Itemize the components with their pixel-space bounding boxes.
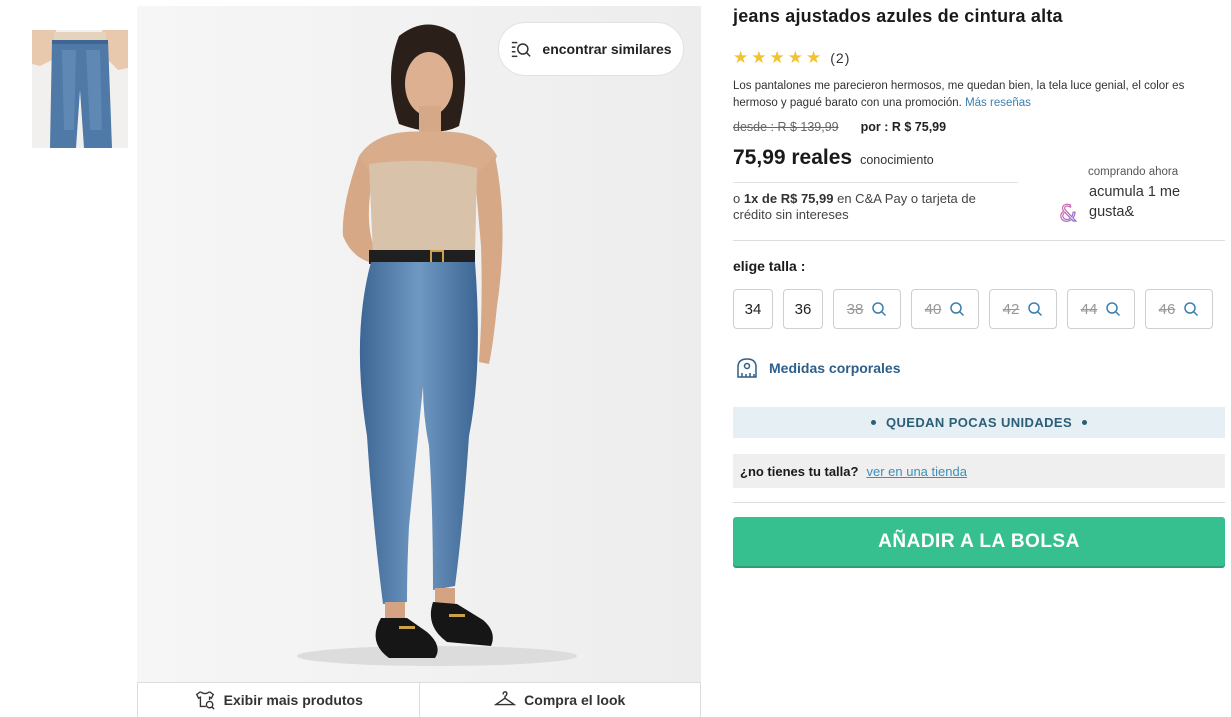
star-icon: ★ <box>733 48 749 67</box>
size-option-42[interactable]: 42 <box>989 289 1057 329</box>
main-price: 75,99 reales conocimiento <box>733 146 934 170</box>
body-measures-label: Medidas corporales <box>769 360 901 376</box>
low-stock-text: QUEDAN POCAS UNIDADES <box>885 415 1073 430</box>
size-selector-label: elige talla : <box>733 258 806 274</box>
product-thumbnail[interactable] <box>32 30 128 148</box>
search-icon <box>1184 302 1199 317</box>
more-products-label: Exibir mais produtos <box>223 692 363 708</box>
price-divider <box>733 182 1018 183</box>
model-photo <box>137 6 701 682</box>
new-price: por : R $ 75,99 <box>860 120 947 134</box>
size-option-34[interactable]: 34 <box>733 289 773 329</box>
loyalty-promo: comprando ahora & acumula 1 me gusta& <box>1055 166 1225 226</box>
size-option-44[interactable]: 44 <box>1067 289 1135 329</box>
old-price: desde : R $ 139,99 <box>733 120 839 134</box>
measuring-tape-icon <box>737 358 757 378</box>
size-value: 36 <box>794 300 812 318</box>
bullet-dot <box>870 420 876 425</box>
size-value: 34 <box>744 300 762 318</box>
store-availability: ¿no tienes tu talla? ver en una tienda <box>733 454 1225 488</box>
size-value: 44 <box>1080 300 1098 318</box>
size-value: 40 <box>924 300 942 318</box>
rating-count: (2) <box>830 49 851 66</box>
product-title: jeans ajustados azules de cintura alta <box>733 6 1063 26</box>
search-icon <box>872 302 887 317</box>
find-similar-button[interactable]: encontrar similares <box>498 22 684 76</box>
svg-text:&: & <box>1059 202 1076 226</box>
star-icon: ★ <box>769 48 785 67</box>
store-question: ¿no tienes tu talla? <box>740 463 859 479</box>
size-option-38[interactable]: 38 <box>833 289 901 329</box>
size-value: 42 <box>1002 300 1020 318</box>
search-icon <box>1106 302 1121 317</box>
low-stock-banner: QUEDAN POCAS UNIDADES <box>733 407 1225 438</box>
bullet-dot <box>1082 420 1088 425</box>
star-icon: ★ <box>787 48 803 67</box>
product-main-image[interactable]: encontrar similares <box>137 6 701 682</box>
promo-caption: comprando ahora <box>1088 166 1179 178</box>
body-measures-link[interactable]: Medidas corporales <box>735 355 901 381</box>
big-price: 75,99 reales <box>733 146 853 169</box>
more-products-button[interactable]: Exibir mais produtos <box>137 683 420 717</box>
size-option-40[interactable]: 40 <box>911 289 979 329</box>
add-to-bag-button[interactable]: AÑADIR A LA BOLSA <box>733 517 1225 566</box>
price-note: conocimiento <box>860 153 934 167</box>
see-in-store-link[interactable]: ver en una tienda <box>866 464 966 479</box>
gallery-bottom-bar: Exibir mais produtos Compra el look <box>137 682 701 717</box>
size-option-46[interactable]: 46 <box>1145 289 1213 329</box>
search-icon <box>1028 302 1043 317</box>
review-text: Los pantalones me parecieron hermosos, m… <box>733 80 1185 109</box>
shop-look-label: Compra el look <box>524 692 626 708</box>
review-snippet: Los pantalones me parecieron hermosos, m… <box>733 78 1223 111</box>
price-comparison: desde : R $ 139,99 por : R $ 75,99 <box>733 120 946 134</box>
size-option-36[interactable]: 36 <box>783 289 823 329</box>
section-divider <box>733 502 1225 503</box>
promo-text: acumula 1 me gusta& <box>1089 184 1181 220</box>
search-icon <box>950 302 965 317</box>
hanger-icon <box>494 691 517 706</box>
ampersand-icon: & <box>1059 201 1077 226</box>
installment-prefix: o <box>733 191 741 206</box>
size-value: 46 <box>1158 300 1176 318</box>
product-rating[interactable]: ★ ★ ★ ★ ★ (2) <box>733 49 850 66</box>
size-selector: 34 36 38 40 42 44 46 <box>733 289 1213 329</box>
star-icon: ★ <box>751 48 767 67</box>
shop-look-button[interactable]: Compra el look <box>419 683 701 717</box>
more-reviews-link[interactable]: Más reseñas <box>965 97 1031 109</box>
star-icon: ★ <box>806 48 822 67</box>
section-divider <box>733 240 1225 241</box>
visual-search-icon <box>512 41 532 58</box>
size-value: 38 <box>846 300 864 318</box>
thumbnail-image <box>32 30 128 148</box>
installment-amount: 1x de R$ 75,99 <box>743 191 834 206</box>
find-similar-label: encontrar similares <box>542 41 672 57</box>
installment-info: o 1x de R$ 75,99 en C&A Pay o tarjeta de… <box>733 191 1008 223</box>
shirt-search-icon <box>195 691 215 710</box>
